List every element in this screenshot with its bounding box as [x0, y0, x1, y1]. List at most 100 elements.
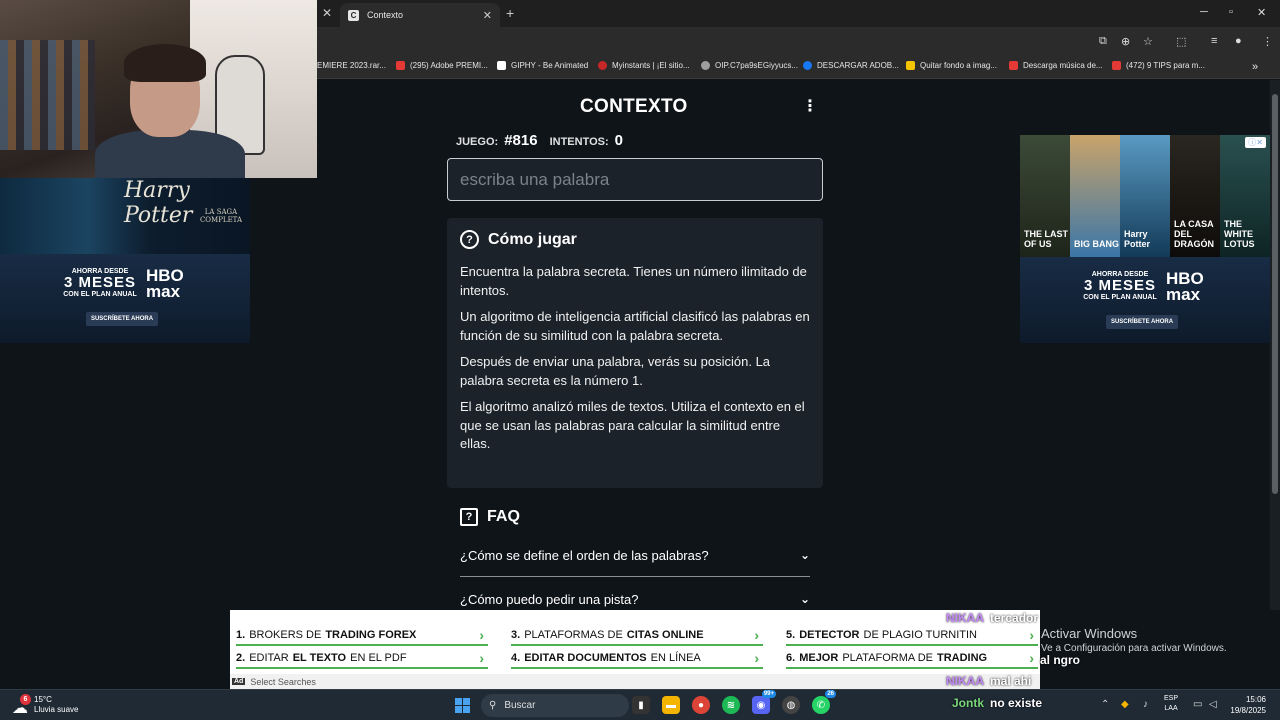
bottom-ad-banner: 1. BROKERS DE TRADING FOREX › 2. EDITAR EL TE… — [230, 610, 1040, 689]
tray-app-icon[interactable]: ◆ — [1121, 699, 1129, 710]
file-explorer-icon[interactable]: ▬ — [662, 696, 680, 714]
discord-icon[interactable]: ◉ 99+ — [752, 690, 776, 714]
weather-desc: Lluvia suave — [34, 705, 79, 714]
adchoices-icon[interactable]: ⓘ✕ — [1245, 137, 1266, 148]
webcam-person-body — [95, 130, 245, 178]
promo-plan: CON EL PLAN ANUAL — [1083, 294, 1157, 301]
attempts-value: 0 — [614, 132, 623, 149]
left-ad-banner[interactable]: Harry Potter LA SAGA COMPLETA AHORRA DES… — [0, 178, 250, 343]
right-ad-banner[interactable]: THE LAST OF US BIG BANG Harry Potter LA … — [1020, 135, 1270, 343]
hbo-max-logo: HBO max — [146, 266, 184, 301]
chrome-icon[interactable]: ● — [692, 696, 710, 714]
chrome-menu-icon[interactable]: ⋮ — [1262, 35, 1273, 48]
tab-title: Contexto — [367, 10, 404, 20]
ad-link[interactable]: 6. MEJOR PLATAFORMA DE TRADING › — [786, 649, 1038, 669]
scrollbar-thumb[interactable] — [1272, 94, 1278, 494]
poster-item: THE WHITE LOTUS — [1220, 135, 1270, 257]
subscribe-button[interactable]: SUSCRÍBETE AHORA — [1106, 315, 1178, 329]
faq-question: ¿Cómo puedo pedir una pista? — [460, 591, 639, 607]
restore-icon[interactable]: ▫ — [1229, 6, 1233, 18]
removebg-icon — [906, 61, 915, 70]
chevron-right-icon: › — [479, 627, 484, 643]
prev-tab-close-icon[interactable]: ✕ — [322, 6, 332, 20]
bookmark-item[interactable]: (295) Adobe PREMI... — [396, 61, 488, 70]
weather-temp: 15°C — [34, 695, 52, 704]
youtube-icon — [1112, 61, 1121, 70]
chevron-right-icon: › — [754, 650, 759, 666]
obs-icon[interactable]: ◍ — [782, 696, 800, 714]
chevron-right-icon: › — [479, 650, 484, 666]
help-circle-icon: ? — [460, 230, 479, 249]
chevron-down-icon: ⌄ — [799, 592, 810, 606]
bookmark-item[interactable]: (472) 9 TIPS para m... — [1112, 61, 1205, 70]
window-close-icon[interactable]: ✕ — [1257, 6, 1266, 19]
clock[interactable]: 15:06 19/8/2025 — [1224, 694, 1266, 716]
hbo-max-logo: HBO max — [1166, 269, 1204, 304]
game-number: #816 — [504, 132, 538, 149]
game-label: JUEGO: — [456, 136, 499, 148]
ad-link[interactable]: 5. DETECTOR DE PLAGIO TURNITIN › — [786, 626, 1038, 646]
install-app-icon[interactable]: ⧉ — [1099, 35, 1107, 48]
ad-link[interactable]: 3. PLATAFORMAS DE CITAS ONLINE › — [511, 626, 763, 646]
minimize-icon[interactable]: ─ — [1200, 6, 1208, 18]
faq-question: ¿Cómo se define el orden de las palabras… — [460, 547, 709, 563]
language-indicator[interactable]: ESP LAA — [1164, 694, 1178, 714]
search-icon: ⚲ — [489, 700, 497, 711]
poster-item: Harry Potter — [1120, 135, 1170, 257]
volume-icon[interactable]: ◁ — [1209, 699, 1217, 710]
microphone-icon[interactable]: ♪ — [1143, 699, 1148, 710]
game-menu-icon[interactable]: ⋮ — [802, 96, 818, 116]
page-scrollbar[interactable] — [1270, 80, 1280, 610]
task-view-icon[interactable]: ▮ — [632, 696, 650, 714]
bookmark-item[interactable]: Quitar fondo a imag... — [906, 61, 997, 70]
ad-link[interactable]: 2. EDITAR EL TEXTO EN EL PDF › — [236, 649, 488, 669]
faq-title: FAQ — [487, 508, 520, 525]
ad-posters: THE LAST OF US BIG BANG Harry Potter LA … — [1020, 135, 1270, 257]
faq-item[interactable]: ¿Cómo se define el orden de las palabras… — [460, 534, 810, 576]
ad-link[interactable]: 4. EDITAR DOCUMENTOS EN LÍNEA › — [511, 649, 763, 669]
ad-link[interactable]: 1. BROKERS DE TRADING FOREX › — [236, 626, 488, 646]
how-to-paragraph: Un algoritmo de inteligencia artificial … — [460, 309, 810, 343]
weather-widget[interactable]: ☁ 6 15°C Lluvia suave — [12, 694, 79, 717]
zoom-icon[interactable]: ⊕ — [1121, 35, 1130, 48]
bookmark-item[interactable]: Myinstants | ¡El sitio... — [598, 61, 690, 70]
ad-hero-image: Harry Potter LA SAGA COMPLETA — [0, 178, 250, 254]
windows-start-icon[interactable] — [455, 698, 470, 713]
myinstants-icon — [598, 61, 607, 70]
taskbar-search[interactable]: ⚲ Buscar — [481, 694, 629, 717]
ad-promo-band: AHORRA DESDE 3 MESES CON EL PLAN ANUAL H… — [0, 254, 250, 343]
attempts-label: INTENTOS: — [549, 136, 609, 148]
chevron-down-icon: ⌄ — [799, 548, 810, 562]
bookmark-item[interactable]: OIP.C7pa9sEGiyyucs... — [701, 61, 798, 70]
subscribe-button[interactable]: SUSCRÍBETE AHORA — [86, 312, 158, 326]
bookmark-star-icon[interactable]: ☆ — [1143, 35, 1153, 48]
extensions-icon[interactable]: ⬚ — [1176, 35, 1186, 48]
bookmark-item[interactable]: EMIERE 2023.rar... — [317, 61, 386, 70]
how-to-play-card: ? Cómo jugar Encuentra la palabra secret… — [447, 218, 823, 488]
ad-subtitle: LA SAGA COMPLETA — [199, 208, 243, 224]
promo-big: 3 MESES — [63, 274, 137, 291]
whatsapp-icon[interactable]: ✆ 26 — [812, 690, 836, 714]
giphy-icon — [497, 61, 506, 70]
globe-icon — [701, 61, 710, 70]
activate-windows-watermark: Activar Windows Ve a Configuración para … — [1041, 626, 1227, 654]
network-icon[interactable]: ▭ — [1193, 699, 1202, 710]
bookmark-item[interactable]: Descarga música de... — [1009, 61, 1103, 70]
bookmark-item[interactable]: DESCARGAR ADOB... — [803, 61, 899, 70]
webcam-overlay — [0, 0, 317, 178]
promo-big: 3 MESES — [1083, 277, 1157, 294]
contexto-favicon-icon: C — [348, 9, 359, 21]
ad-promo-band: AHORRA DESDE 3 MESES CON EL PLAN ANUAL H… — [1020, 257, 1270, 343]
media-controls-icon[interactable]: ≡ — [1211, 35, 1217, 47]
bookmarks-overflow-icon[interactable]: » — [1252, 61, 1258, 73]
profile-avatar-icon[interactable]: ● — [1235, 35, 1242, 47]
help-square-icon: ? — [460, 508, 478, 526]
word-input[interactable] — [447, 158, 823, 201]
new-tab-icon[interactable]: + — [506, 5, 514, 21]
tray-overflow-icon[interactable]: ⌃ — [1101, 699, 1109, 710]
bookmark-item[interactable]: GIPHY - Be Animated — [497, 61, 588, 70]
tab-close-icon[interactable]: ✕ — [483, 9, 492, 22]
ad-tag: Ad — [232, 678, 246, 685]
tab-contexto[interactable]: C Contexto ✕ — [340, 3, 500, 27]
spotify-icon[interactable]: ≋ — [722, 696, 740, 714]
